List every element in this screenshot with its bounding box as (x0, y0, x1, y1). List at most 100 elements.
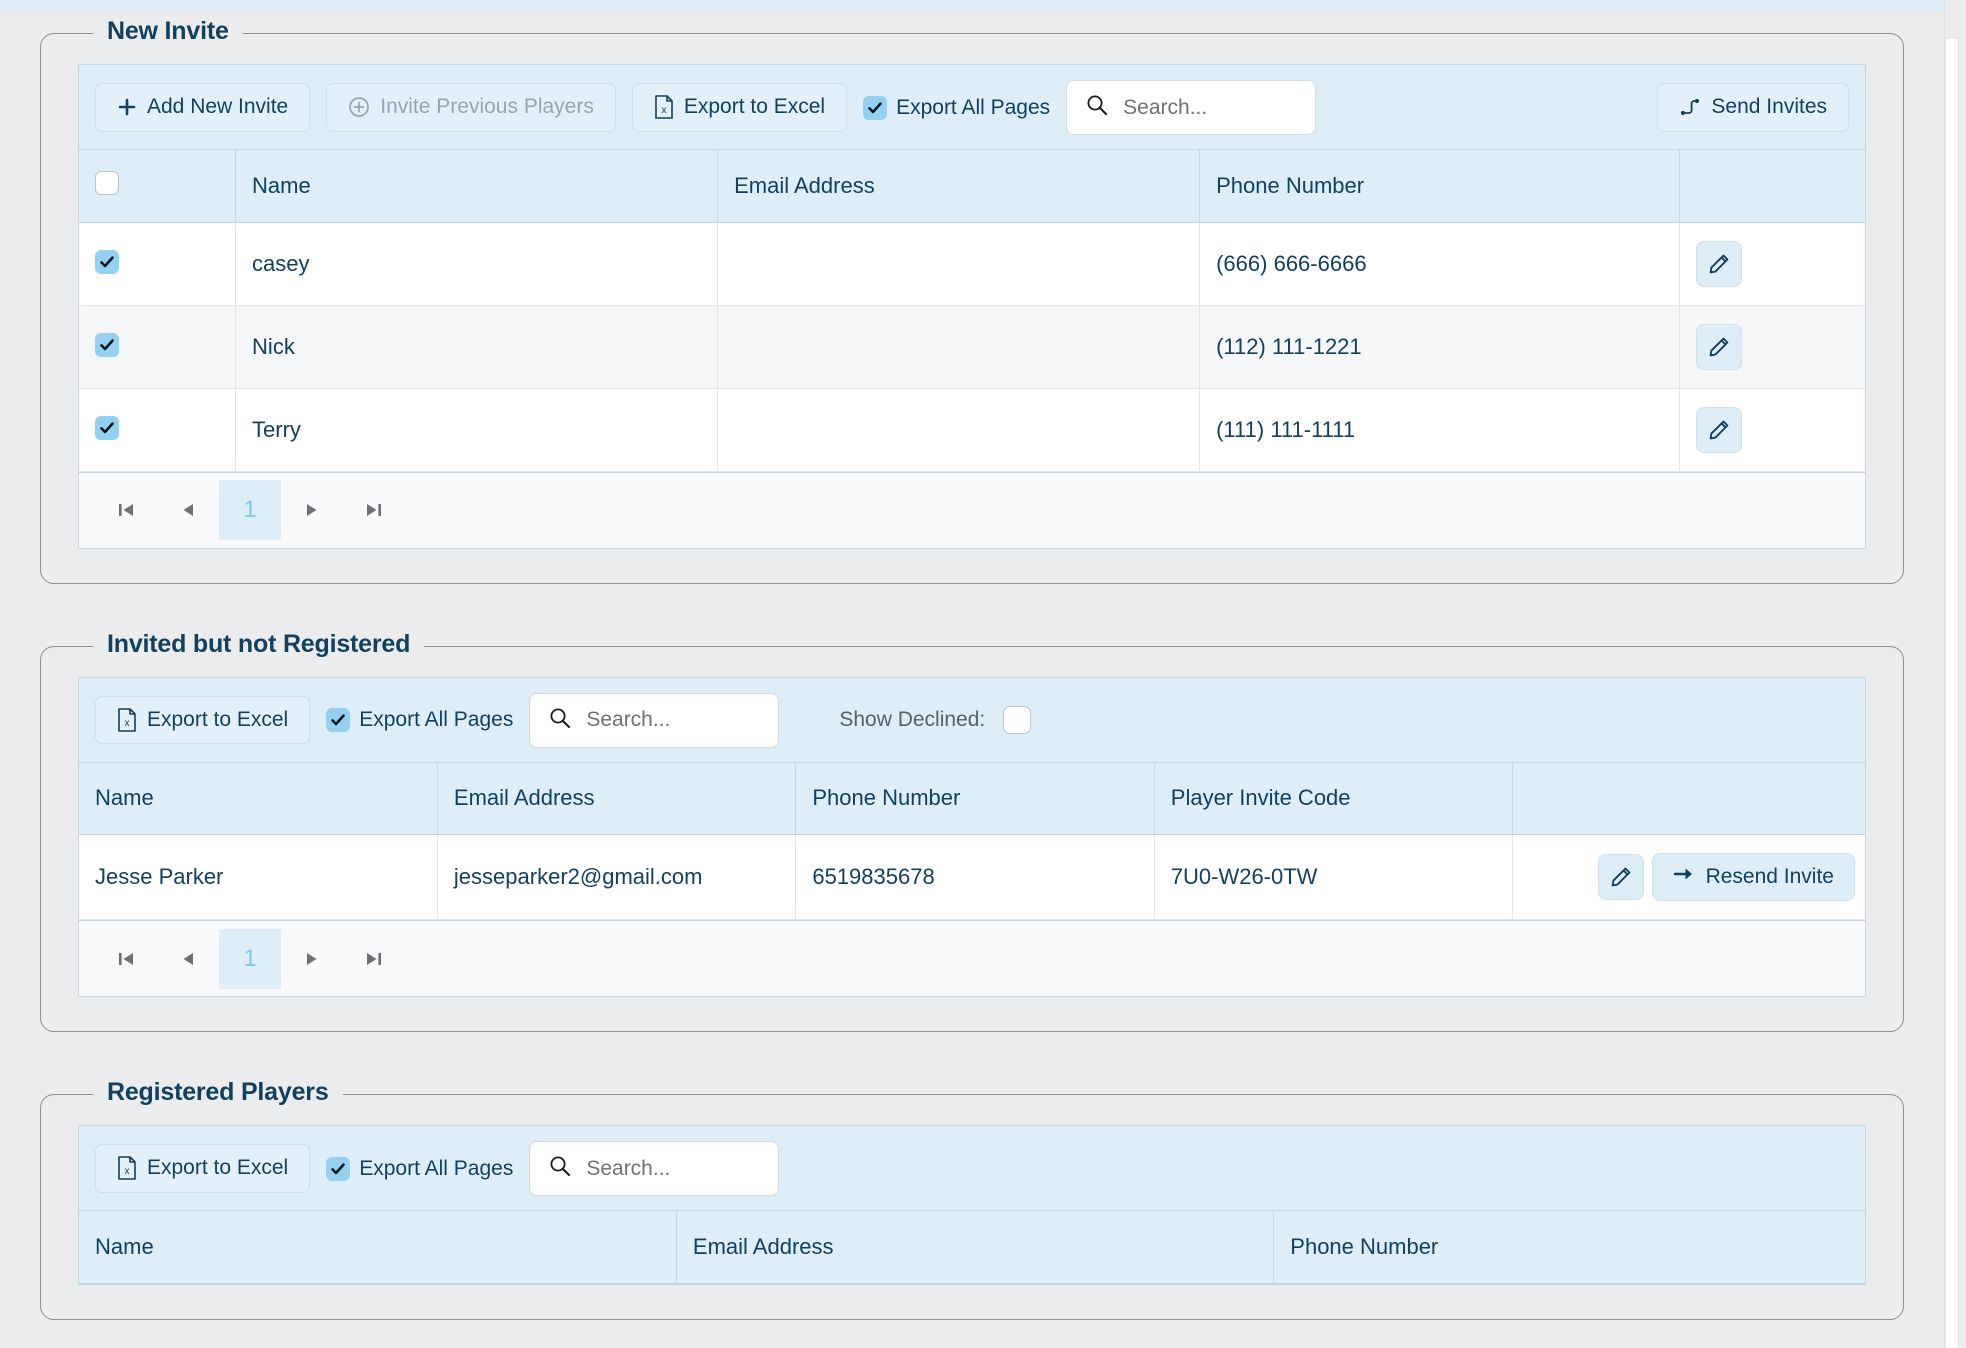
column-header-phone[interactable]: Phone Number (795, 762, 1155, 835)
pager-prev-button[interactable] (157, 929, 219, 989)
column-header-name[interactable]: Name (235, 150, 719, 223)
svg-text:x: x (125, 1166, 130, 1177)
cell-phone: (112) 111-1221 (1199, 305, 1681, 389)
row-select-cell (79, 222, 237, 306)
column-header-actions (1679, 150, 1865, 223)
send-invites-label: Send Invites (1711, 95, 1827, 119)
add-new-invite-button[interactable]: Add New Invite (95, 83, 311, 132)
pager-first-button[interactable] (95, 929, 157, 989)
select-all-checkbox[interactable] (95, 170, 119, 195)
send-route-icon (1679, 96, 1701, 118)
table-row[interactable]: casey (666) 666-6666 (79, 222, 1865, 306)
pager-last-button[interactable] (343, 929, 405, 989)
cell-actions (1679, 305, 1865, 389)
pager-2: 1 (79, 920, 1865, 996)
table-header-row: Name Email Address Phone Number Player I… (79, 762, 1865, 835)
pager-next-button[interactable] (281, 480, 343, 540)
export-all-pages-label-1: Export All Pages (896, 95, 1051, 119)
show-declined-checkbox[interactable] (1003, 706, 1032, 734)
svg-text:x: x (661, 105, 666, 116)
send-invites-button[interactable]: Send Invites (1657, 83, 1849, 132)
row-checkbox[interactable] (95, 416, 119, 440)
table-row[interactable]: Jesse Parker jesseparker2@gmail.com 6519… (79, 834, 1865, 920)
row-select-cell (79, 388, 237, 472)
export-to-excel-button-2[interactable]: x Export to Excel (95, 695, 311, 745)
search-placeholder-3: Search... (586, 1156, 671, 1180)
search-icon (1085, 93, 1109, 122)
pager-last-button[interactable] (343, 480, 405, 540)
section-title-new-invite: New Invite (93, 17, 243, 46)
circle-plus-icon (348, 96, 370, 118)
registered-toolbar: x Export to Excel Export All Pages Searc… (79, 1126, 1865, 1211)
table-header-row: Name Email Address Phone Number (79, 1211, 1865, 1284)
show-declined-control[interactable]: Show Declined: (839, 706, 1032, 734)
cell-name: Jesse Parker (79, 834, 438, 920)
show-declined-label: Show Declined: (839, 708, 986, 731)
column-header-phone[interactable]: Phone Number (1199, 150, 1681, 223)
row-checkbox[interactable] (95, 250, 119, 274)
column-header-invite-code[interactable]: Player Invite Code (1154, 762, 1514, 835)
invite-previous-players-button[interactable]: Invite Previous Players (326, 83, 616, 132)
export-to-excel-label-2: Export to Excel (147, 707, 289, 731)
cell-invite-code: 7U0-W26-0TW (1154, 834, 1514, 920)
edit-row-button[interactable] (1696, 240, 1743, 287)
export-all-pages-label-3: Export All Pages (359, 1156, 514, 1180)
row-select-cell (79, 305, 237, 389)
export-all-pages-checkbox-3[interactable]: Export All Pages (326, 1156, 514, 1181)
resend-invite-button[interactable]: Resend Invite (1651, 853, 1855, 901)
table-row[interactable]: Terry (111) 111-1111 (79, 388, 1865, 472)
column-header-email[interactable]: Email Address (676, 1211, 1275, 1284)
resend-invite-label: Resend Invite (1705, 865, 1834, 888)
new-invite-toolbar: Add New Invite Invite Previous Players x… (79, 65, 1865, 150)
pager-page-1[interactable]: 1 (219, 928, 281, 989)
edit-row-button[interactable] (1696, 323, 1743, 370)
column-header-email[interactable]: Email Address (717, 150, 1201, 223)
search-input-1[interactable]: Search... (1066, 80, 1317, 135)
section-invited-not-registered: Invited but not Registered x Export to E… (40, 629, 1904, 1032)
column-header-email[interactable]: Email Address (437, 762, 797, 835)
cell-phone: 6519835678 (795, 834, 1155, 920)
invited-toolbar: x Export to Excel Export All Pages Searc… (79, 677, 1865, 763)
registered-table: Name Email Address Phone Number (79, 1211, 1865, 1284)
pager-first-button[interactable] (95, 480, 157, 540)
registered-grid: x Export to Excel Export All Pages Searc… (78, 1125, 1866, 1285)
cell-name: casey (235, 222, 719, 306)
column-header-actions (1512, 762, 1865, 835)
search-input-2[interactable]: Search... (529, 692, 780, 748)
table-row[interactable]: Nick (112) 111-1221 (79, 305, 1865, 389)
pager-page-1[interactable]: 1 (219, 480, 281, 540)
search-icon (548, 1154, 572, 1183)
export-to-excel-button-1[interactable]: x Export to Excel (631, 83, 848, 132)
invited-grid: x Export to Excel Export All Pages Searc… (78, 676, 1866, 997)
invite-previous-players-label: Invite Previous Players (380, 95, 594, 119)
column-header-name[interactable]: Name (79, 1211, 677, 1284)
section-title-registered: Registered Players (93, 1078, 343, 1107)
export-all-pages-checkbox-1[interactable]: Export All Pages (863, 95, 1051, 120)
export-to-excel-label-3: Export to Excel (147, 1156, 289, 1180)
search-input-3[interactable]: Search... (529, 1141, 780, 1196)
export-to-excel-button-3[interactable]: x Export to Excel (95, 1144, 311, 1193)
cell-email (717, 222, 1201, 306)
invited-table: Name Email Address Phone Number Player I… (79, 762, 1865, 920)
cell-actions: Resend Invite (1512, 834, 1865, 920)
page-scrollbar-thumb[interactable] (1945, 39, 1959, 1348)
edit-row-button[interactable] (1597, 854, 1644, 900)
table-header-row: Name Email Address Phone Number (79, 150, 1865, 223)
pager-prev-button[interactable] (157, 480, 219, 540)
arrow-right-icon (1673, 865, 1695, 889)
edit-row-button[interactable] (1696, 406, 1743, 453)
column-header-name[interactable]: Name (79, 762, 438, 835)
search-icon (548, 706, 572, 735)
cell-email (717, 388, 1201, 472)
pager-1: 1 (79, 471, 1865, 548)
column-header-phone[interactable]: Phone Number (1273, 1211, 1865, 1284)
section-title-invited: Invited but not Registered (93, 629, 425, 659)
cell-actions (1679, 388, 1865, 472)
row-checkbox[interactable] (95, 333, 119, 357)
pager-next-button[interactable] (281, 929, 343, 989)
checkbox-box (863, 95, 888, 120)
search-placeholder-2: Search... (586, 708, 671, 731)
checkbox-box (326, 1156, 351, 1181)
select-all-header (79, 150, 237, 223)
export-all-pages-checkbox-2[interactable]: Export All Pages (326, 708, 513, 732)
